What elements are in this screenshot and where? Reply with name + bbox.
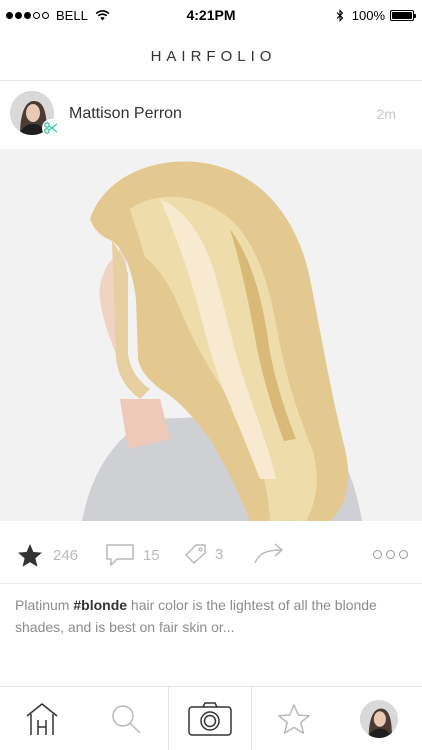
comment-icon[interactable] [105,543,135,567]
share-arrow-icon[interactable] [253,543,285,565]
tag-icon[interactable] [183,543,207,565]
author-avatar-wrap[interactable] [10,91,60,139]
post-timestamp: 2m [376,106,396,122]
author-name[interactable]: Mattison Perron [69,105,182,123]
app-header: HAIRFOLIO [0,32,422,81]
post-action-bar: 246 15 3 [0,521,422,584]
tag-action[interactable]: 3 [183,543,223,565]
battery-icon [390,10,416,21]
scissors-icon [42,119,60,137]
tab-camera[interactable] [168,687,252,750]
more-icon[interactable] [369,550,408,559]
hashtag-link[interactable]: #blonde [73,597,127,613]
battery-percent: 100% [351,8,385,23]
tab-bar [0,686,422,750]
status-bar: BELL 4:21PM 100% [0,0,422,32]
post-header: Mattison Perron 2m [0,81,422,149]
tab-profile[interactable] [336,687,422,750]
tab-search[interactable] [84,687,168,750]
star-icon[interactable] [17,543,43,568]
home-icon[interactable] [24,702,60,736]
likes-count: 246 [53,547,79,564]
post-photo[interactable] [0,149,422,521]
share-action[interactable] [253,543,285,565]
status-right: 100% [336,8,416,23]
search-icon[interactable] [110,703,142,735]
camera-icon[interactable] [187,701,233,737]
bluetooth-icon [336,9,344,22]
tab-favorites[interactable] [252,687,336,750]
tags-count: 3 [215,545,224,563]
caption-text-start: Platinum [15,597,74,613]
tab-home[interactable] [0,687,84,750]
app-title: HAIRFOLIO [150,47,277,65]
comments-count: 15 [143,546,160,564]
comment-action[interactable]: 15 [105,543,160,567]
profile-avatar[interactable] [360,700,398,738]
star-outline-icon[interactable] [277,703,311,735]
like-action[interactable]: 246 [17,543,78,568]
post-caption: Platinum #blonde hair color is the light… [15,594,410,638]
